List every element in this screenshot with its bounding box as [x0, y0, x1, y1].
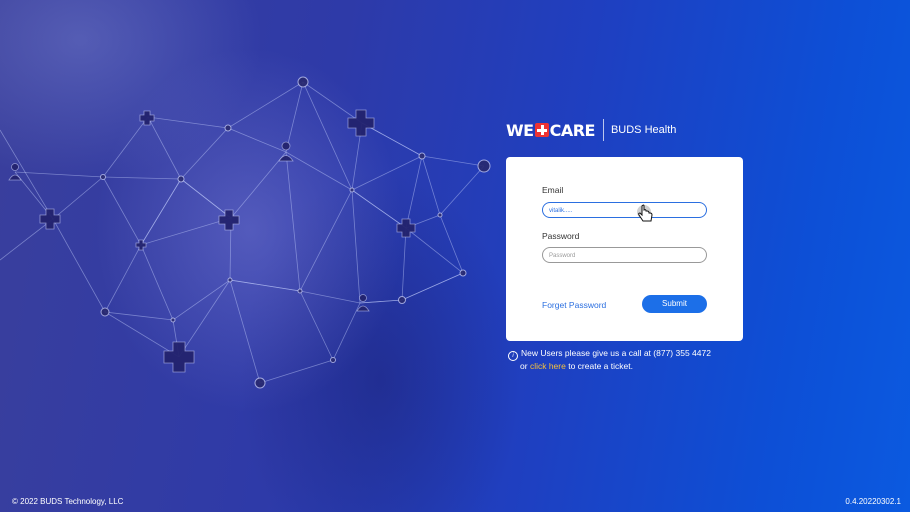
notice-prefix: or [520, 361, 528, 371]
network-illustration [0, 76, 491, 389]
notice-line-1: New Users please give us a call at (877)… [521, 348, 711, 358]
copyright-text: © 2022 BUDS Technology, LLC [12, 497, 124, 506]
brand-logo: WE CARE BUDS Health [506, 118, 676, 142]
email-field[interactable]: vitalik..... [542, 202, 707, 218]
version-text: 0.4.20220302.1 [845, 497, 901, 506]
info-icon: i [508, 351, 518, 361]
hand-cursor-icon [637, 204, 653, 222]
password-field[interactable]: Password [542, 247, 707, 263]
forget-password-link[interactable]: Forget Password [542, 300, 606, 310]
new-users-notice: i New Users please give us a call at (877… [508, 348, 711, 373]
logo-we-text: WE [506, 120, 534, 140]
login-card: Email vitalik..... Password Password For… [506, 157, 743, 341]
logo-divider [602, 119, 604, 141]
submit-button[interactable]: Submit [642, 295, 707, 313]
product-name: BUDS Health [610, 124, 677, 136]
email-label: Email [542, 185, 564, 195]
click-here-link[interactable]: click here [530, 361, 566, 371]
logo-care-text: CARE [549, 120, 596, 140]
notice-suffix: to create a ticket. [568, 361, 633, 371]
password-label: Password [542, 231, 580, 241]
medical-cross-icon [534, 123, 549, 137]
